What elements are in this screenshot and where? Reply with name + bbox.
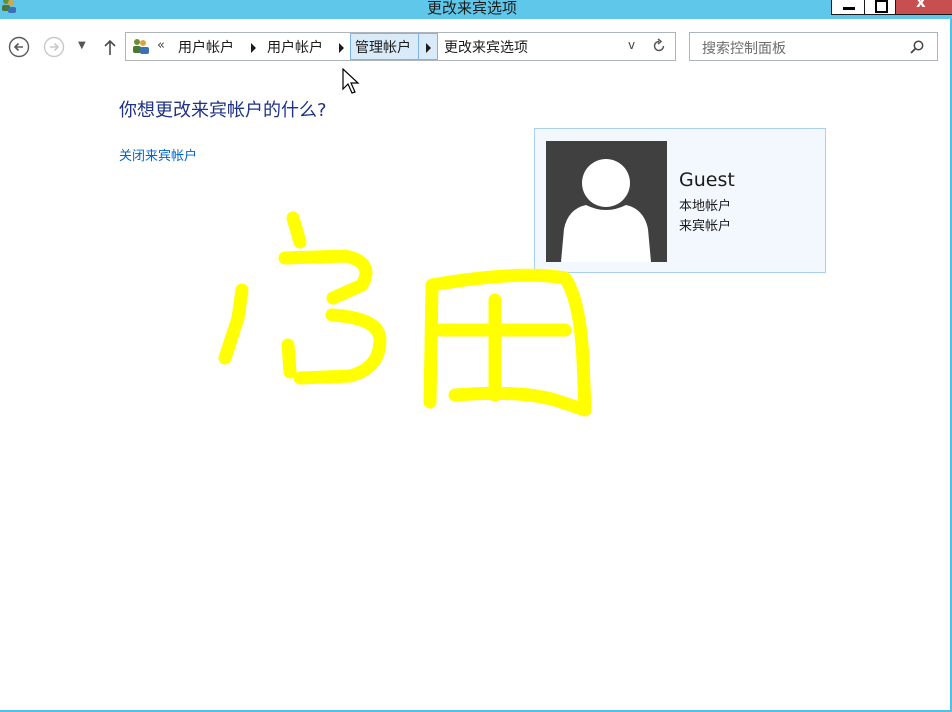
window-title: 更改来宾选项 xyxy=(426,0,517,17)
maximize-button[interactable] xyxy=(865,0,896,15)
chevron-right-icon[interactable] xyxy=(251,43,256,53)
search-placeholder: 搜索控制面板 xyxy=(702,41,786,57)
user-silhouette-icon xyxy=(546,141,667,262)
minimize-button[interactable] xyxy=(831,0,865,15)
up-arrow-icon[interactable] xyxy=(101,36,119,58)
chevron-right-icon[interactable] xyxy=(339,43,344,53)
breadcrumb-overflow-button[interactable]: « xyxy=(157,38,165,53)
title-bar[interactable]: 更改来宾选项 x xyxy=(0,0,952,19)
chevron-right-icon[interactable] xyxy=(426,43,431,53)
recent-locations-dropdown[interactable]: ▼ xyxy=(78,40,86,51)
address-bar[interactable]: « 用户帐户 用户帐户 管理帐户 更改来宾选项 v xyxy=(125,32,676,61)
breadcrumb-divider xyxy=(418,33,419,60)
account-card: Guest 本地帐户 来宾帐户 xyxy=(534,128,826,273)
search-icon[interactable] xyxy=(909,39,925,55)
breadcrumb-item[interactable]: 用户帐户 xyxy=(267,37,323,57)
account-type: 本地帐户 xyxy=(679,199,732,214)
page-heading: 你想更改来宾帐户的什么? xyxy=(119,100,327,121)
breadcrumb-item-current[interactable]: 更改来宾选项 xyxy=(444,37,528,57)
users-icon xyxy=(133,39,149,54)
chevron-down-icon[interactable]: v xyxy=(628,38,635,52)
maximize-icon xyxy=(875,0,888,13)
mouse-cursor-icon xyxy=(342,68,360,94)
close-icon: x xyxy=(916,0,926,11)
turn-off-guest-link[interactable]: 关闭来宾帐户 xyxy=(119,145,197,164)
close-button[interactable]: x xyxy=(896,0,952,15)
breadcrumb-item[interactable]: 用户帐户 xyxy=(178,37,234,57)
account-kind: 来宾帐户 xyxy=(679,219,732,234)
forward-arrow-icon[interactable] xyxy=(43,36,65,58)
breadcrumb-item[interactable]: 管理帐户 xyxy=(355,37,411,57)
back-arrow-icon[interactable] xyxy=(8,36,30,58)
refresh-icon[interactable] xyxy=(650,37,668,55)
search-input[interactable]: 搜索控制面板 xyxy=(689,32,938,61)
account-name: Guest xyxy=(679,169,735,191)
minimize-icon xyxy=(843,7,855,10)
